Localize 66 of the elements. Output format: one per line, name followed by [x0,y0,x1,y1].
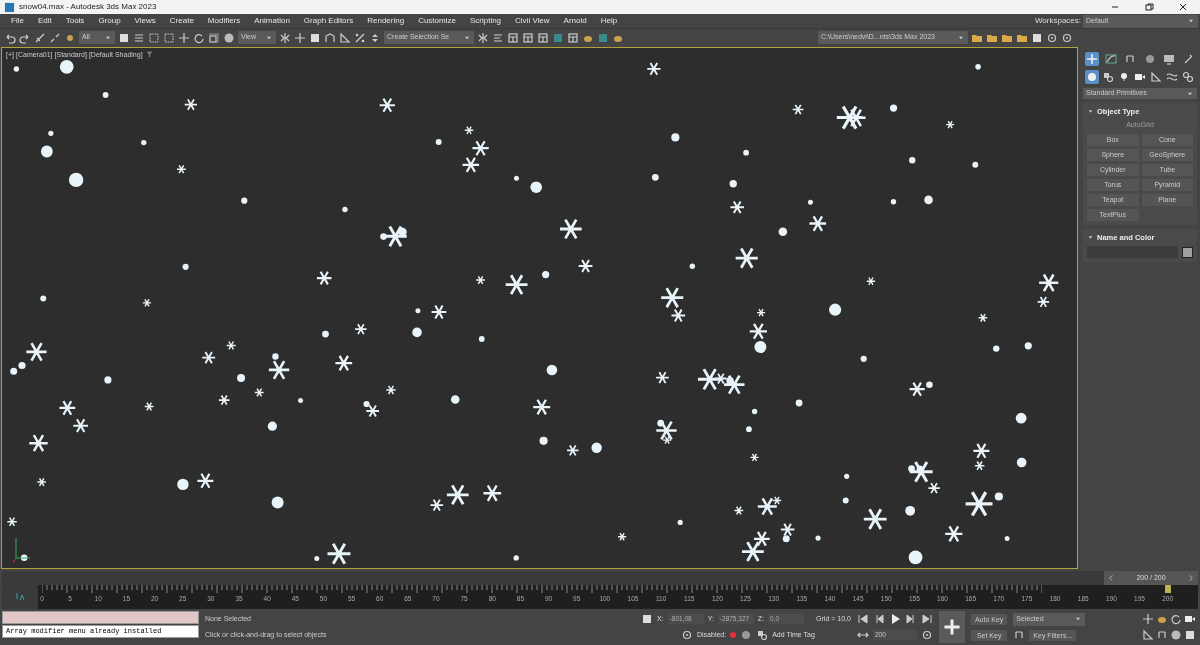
color-swatch[interactable] [1182,246,1193,258]
menu-item[interactable]: Edit [30,14,59,28]
gears-icon[interactable] [1182,71,1194,84]
axis-tripod-icon [12,537,31,564]
set-key-button[interactable] [938,611,965,643]
ruler-triangle-icon[interactable] [1150,71,1162,84]
filter-icon[interactable] [144,50,154,59]
table-icon[interactable] [507,31,519,44]
rectangle-select-icon[interactable] [148,31,160,44]
script-input-field[interactable] [2,611,199,624]
menu-item[interactable]: Help [593,14,625,28]
menu-item[interactable]: Animation [247,14,297,28]
curve-editor-icon[interactable] [14,591,26,603]
menu-item[interactable]: Tools [58,14,92,28]
shapes-icon[interactable] [756,629,769,641]
plus-icon[interactable] [1086,53,1098,65]
menu-item[interactable]: Rendering [360,14,412,28]
menu-item[interactable]: Civil View [508,14,557,28]
sphere-icon[interactable] [1170,629,1182,641]
go-end-icon[interactable] [920,613,933,625]
menu-item[interactable]: Customize [411,14,463,28]
rotate-icon[interactable] [1170,613,1182,625]
menu-item[interactable]: Scripting [462,14,509,28]
caret-icon [1187,17,1195,25]
waves-icon[interactable] [1166,71,1178,84]
scale-icon[interactable] [208,31,220,44]
menu-item[interactable]: Arnold [556,14,594,28]
menu-item[interactable]: File [4,14,31,28]
rectangle-select-icon[interactable] [163,31,175,44]
mirror-icon[interactable] [477,31,489,44]
app-icon [4,1,15,13]
ruler-triangle-icon[interactable] [339,31,351,44]
table-icon[interactable] [537,31,549,44]
menu-item[interactable]: Graph Editors [296,14,361,28]
curve-icon[interactable] [1105,53,1118,65]
restore-icon[interactable] [1143,1,1155,13]
sphere-icon[interactable] [223,31,235,44]
menu-item[interactable]: Modifiers [200,14,248,28]
align-icon[interactable] [492,31,504,44]
percent-icon[interactable] [354,31,366,44]
table-icon[interactable] [522,31,534,44]
move-icon[interactable] [1142,613,1154,625]
rotate-icon[interactable] [193,31,205,44]
geometry-icon[interactable] [1086,71,1098,84]
collapse-icon[interactable] [1087,108,1094,116]
ruler-triangle-icon[interactable] [1142,629,1154,641]
workspaces-label: Workspaces: [1034,15,1081,27]
menu-item[interactable]: Group [91,14,128,28]
close-icon[interactable] [1177,1,1189,13]
menu-item[interactable]: Views [127,14,163,28]
bulb-icon[interactable] [1118,71,1130,84]
table-icon[interactable] [567,31,579,44]
camera-icon[interactable] [1184,613,1196,625]
go-start-icon[interactable] [856,613,869,625]
current-frame-marker[interactable] [1165,585,1171,593]
mirror-icon[interactable] [279,31,291,44]
plus-icon [942,618,961,636]
menu-item[interactable]: Create [162,14,201,28]
collapse-icon[interactable] [1087,234,1094,242]
move-icon[interactable] [178,31,190,44]
window-title: snow04.max - Autodesk 3ds Max 2023 [19,1,157,13]
status-dot [730,632,737,638]
shapes-icon[interactable] [1102,71,1114,84]
monitor-icon[interactable] [1162,53,1175,65]
move-icon[interactable] [294,31,306,44]
next-frame-icon[interactable] [904,613,917,625]
